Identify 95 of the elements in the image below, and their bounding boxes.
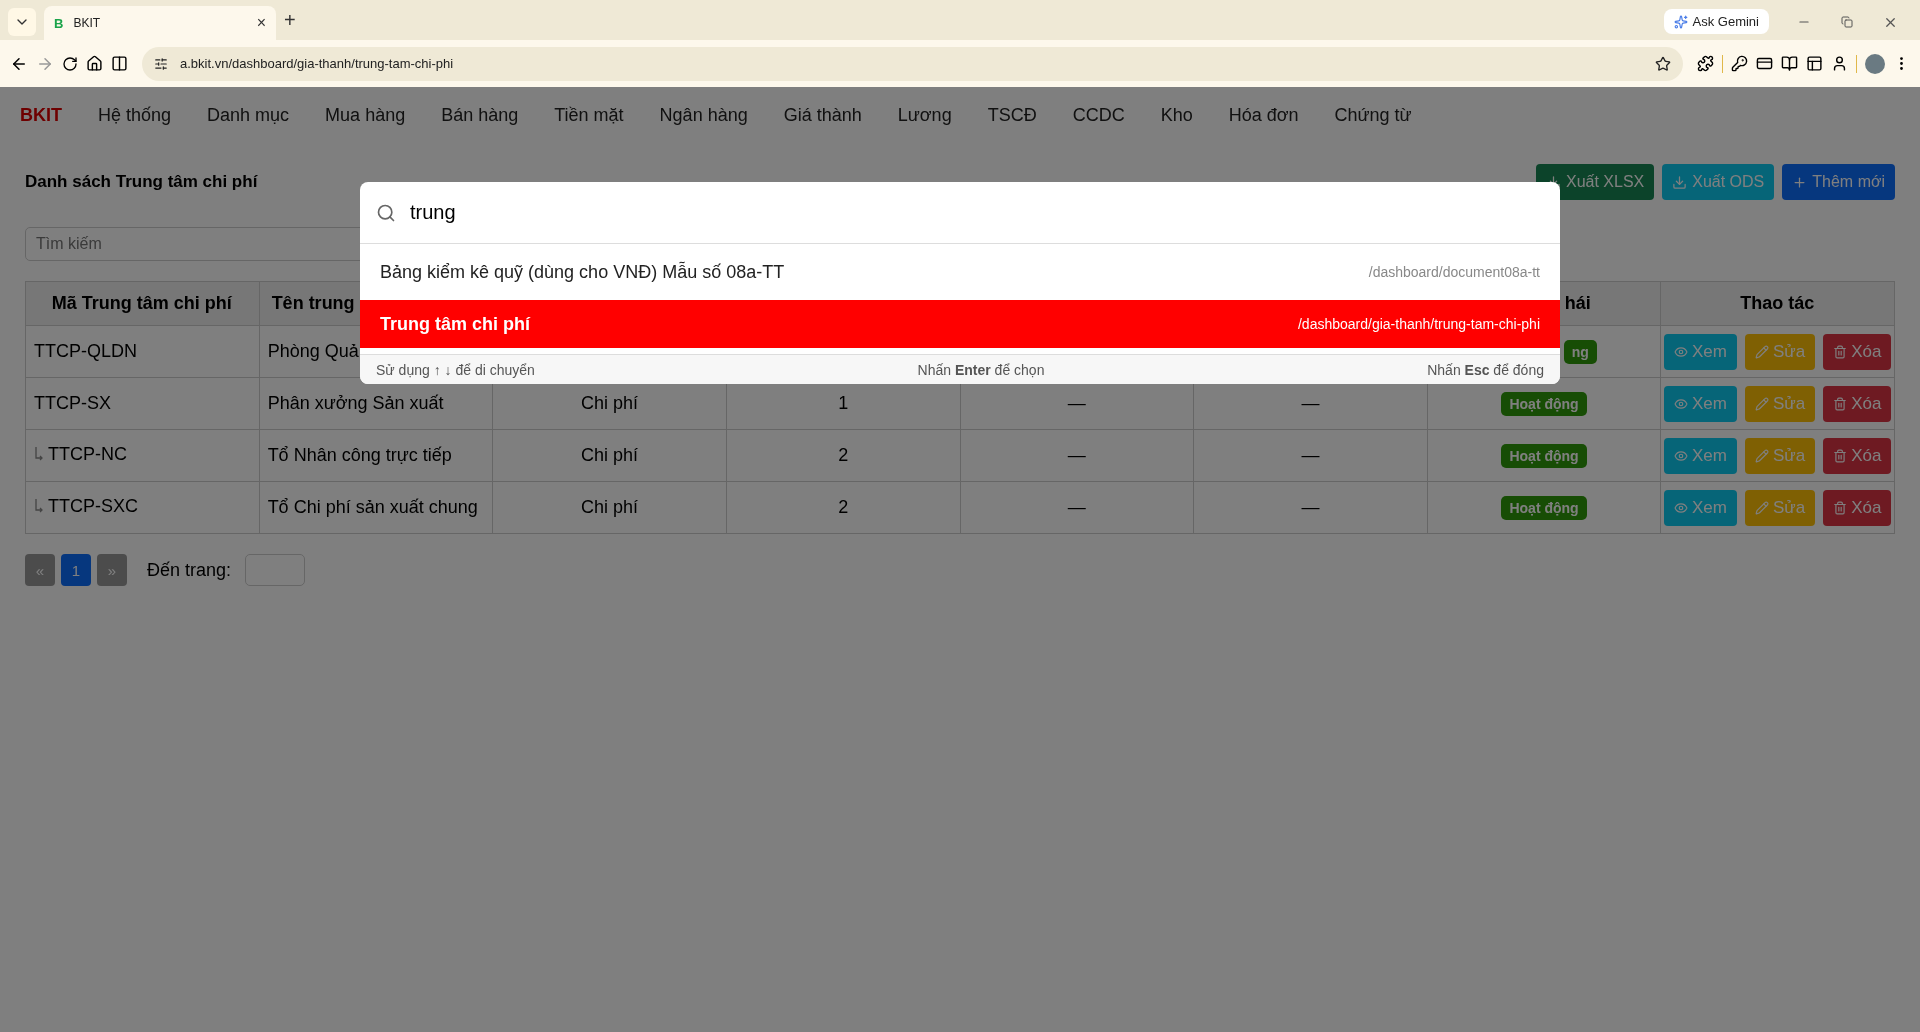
table-cell: Phòng Quả — [267, 341, 359, 361]
column-header: hái — [1564, 293, 1591, 313]
book-icon[interactable] — [1781, 55, 1798, 72]
plus-icon — [1792, 174, 1808, 190]
nav-item[interactable]: Mua hàng — [325, 104, 406, 126]
card-icon[interactable] — [1756, 55, 1773, 72]
trash-icon — [1833, 500, 1848, 515]
table-cell: 2 — [838, 445, 849, 465]
goto-label: Đến trang: — [147, 559, 232, 581]
delete-button[interactable]: Xóa — [1823, 437, 1892, 474]
eye-icon — [1674, 344, 1688, 359]
trash-icon — [1833, 396, 1848, 411]
favicon: B — [54, 15, 64, 31]
table-cell: — — [1301, 393, 1320, 413]
keyboard-hint: Sử dụng ↑ ↓ để di chuyển — [376, 361, 535, 378]
table-cell: TTCP-NC — [34, 443, 127, 465]
table-cell: TTCP-QLDN — [34, 341, 137, 362]
column-header: Mã Trung tâm chi phí — [51, 293, 232, 313]
download-icon — [1672, 174, 1688, 190]
nav-item[interactable]: Hệ thống — [98, 104, 172, 126]
eye-icon — [1674, 396, 1688, 411]
status-badge: ng — [1563, 340, 1597, 364]
nav-item[interactable]: Tiền mặt — [554, 104, 624, 126]
page-button[interactable]: 1 — [61, 554, 91, 586]
status-badge: Hoạt động — [1501, 444, 1587, 468]
palette-search-field[interactable]: trung — [408, 200, 1544, 225]
delete-button[interactable]: Xóa — [1823, 333, 1892, 370]
star-icon[interactable] — [1655, 55, 1671, 72]
child-arrow-icon — [34, 446, 44, 463]
ask-gemini-button[interactable]: Ask Gemini — [1663, 9, 1769, 34]
new-tab-button[interactable]: + — [284, 9, 296, 32]
table-cell: — — [1067, 393, 1086, 413]
key-icon[interactable] — [1731, 55, 1748, 72]
nav-item[interactable]: CCDC — [1072, 104, 1125, 126]
nav-item[interactable]: Giá thành — [783, 104, 862, 126]
nav-item[interactable]: Chứng từ — [1334, 104, 1412, 126]
tab-title: BKIT — [73, 16, 102, 30]
table-cell: — — [1067, 445, 1086, 465]
table-cell: 1 — [838, 393, 849, 413]
tab-list-button[interactable] — [8, 8, 36, 36]
eye-icon — [1674, 448, 1688, 463]
search-icon — [376, 202, 396, 223]
browser-tab[interactable]: B BKIT × — [44, 6, 276, 40]
home-icon[interactable] — [86, 55, 103, 72]
add-button[interactable]: Thêm mới — [1782, 164, 1895, 200]
nav-item[interactable]: Lương — [897, 104, 952, 126]
nav-item[interactable]: Bán hàng — [441, 104, 519, 126]
table-cell: TTCP-SX — [34, 393, 111, 414]
pencil-icon — [1754, 396, 1769, 411]
nav-item[interactable]: TSCĐ — [987, 104, 1037, 126]
trash-icon — [1833, 448, 1848, 463]
palette-result[interactable]: Trung tâm chi phí /dashboard/gia-thanh/trung-tam-chi-phi — [360, 300, 1560, 348]
split-view-icon[interactable] — [111, 55, 128, 72]
logo[interactable]: BKIT — [20, 104, 62, 126]
status-badge: Hoạt động — [1501, 496, 1587, 520]
child-arrow-icon — [34, 498, 44, 515]
table-cell: Chi phí — [581, 393, 639, 413]
nav-item[interactable]: Hóa đơn — [1228, 104, 1299, 126]
table-cell: — — [1301, 497, 1320, 517]
address-bar[interactable]: a.bkit.vn/dashboard/gia-thanh/trung-tam-chi-phi — [142, 46, 1683, 81]
status-badge: Hoạt động — [1501, 392, 1587, 416]
column-header: Thao tác — [1740, 293, 1815, 313]
table-cell: Phân xưởng Sản xuất — [267, 393, 444, 413]
page-title: Danh sách Trung tâm chi phí — [25, 172, 259, 192]
delete-button[interactable]: Xóa — [1823, 489, 1892, 526]
sparkle-icon — [1673, 14, 1688, 29]
column-header: Tên trung — [271, 293, 355, 313]
panel-icon[interactable] — [1806, 55, 1823, 72]
keyboard-hint: Nhấn Enter để chọn — [917, 361, 1045, 378]
close-tab-button[interactable]: × — [256, 14, 266, 32]
nav-item[interactable]: Danh mục — [207, 104, 290, 126]
table-cell: — — [1067, 497, 1086, 517]
eye-icon — [1674, 500, 1688, 515]
site-settings-icon[interactable] — [154, 56, 168, 71]
table-cell: Tổ Nhân công trực tiếp — [267, 445, 452, 465]
restore-icon[interactable] — [1841, 16, 1853, 28]
table-cell: Chi phí — [581, 497, 639, 517]
table-cell: Tổ Chi phí sản xuất chung — [267, 497, 478, 517]
nav-item[interactable]: Ngân hàng — [659, 104, 748, 126]
table-cell: TTCP-SXC — [34, 495, 138, 517]
delete-button[interactable]: Xóa — [1823, 385, 1892, 422]
extensions-icon[interactable] — [1697, 55, 1714, 72]
table-cell: 2 — [838, 497, 849, 517]
avatar[interactable] — [1865, 53, 1885, 74]
reload-icon[interactable] — [62, 55, 78, 72]
pencil-icon — [1754, 344, 1769, 359]
person-icon[interactable] — [1831, 55, 1848, 72]
page-input[interactable] — [245, 554, 306, 586]
pencil-icon — [1754, 500, 1769, 515]
keyboard-hint: Nhấn Esc để đóng — [1427, 361, 1544, 378]
nav-item[interactable]: Kho — [1160, 104, 1193, 126]
table-cell: Chi phí — [581, 445, 639, 465]
table-cell: — — [1301, 445, 1320, 465]
pencil-icon — [1754, 448, 1769, 463]
trash-icon — [1833, 344, 1848, 359]
